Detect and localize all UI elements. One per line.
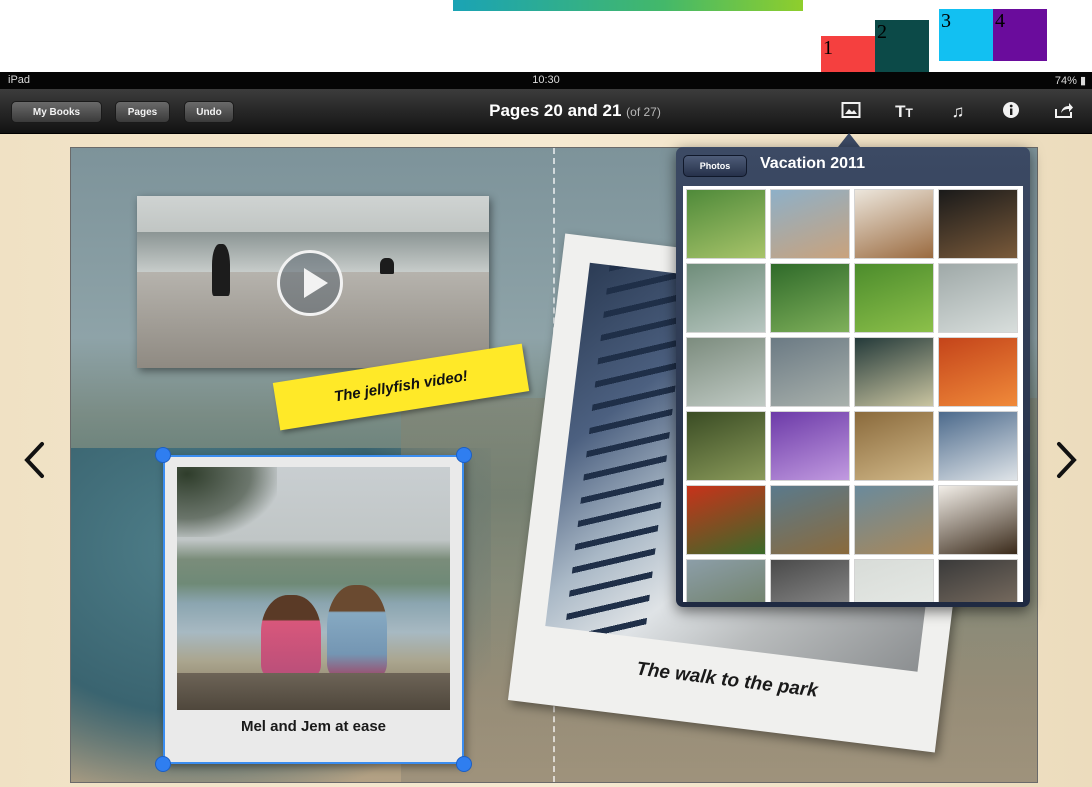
info-icon[interactable] (1000, 101, 1022, 123)
marker-4-label: 4 (995, 10, 1005, 32)
photos-back-button[interactable]: Photos (683, 155, 747, 177)
thumb-coast-view[interactable] (770, 337, 850, 407)
page-title-text: Pages 20 and 21 (489, 101, 622, 120)
previous-page-arrow[interactable] (22, 440, 46, 487)
thumb-purple-flower[interactable] (770, 411, 850, 481)
video-child-figure (380, 258, 394, 274)
thumb-forest-path[interactable] (686, 411, 766, 481)
status-time: 10:30 (532, 74, 560, 86)
photo-grid[interactable] (683, 186, 1023, 602)
popover-arrow (838, 133, 860, 147)
thumb-night-people[interactable] (938, 189, 1018, 259)
battery-level: 74% ▮ (1054, 75, 1086, 87)
thumb-family-lawn[interactable] (686, 189, 766, 259)
thumb-steel-bridge[interactable] (938, 411, 1018, 481)
resize-handle-top-left[interactable] (155, 447, 171, 463)
marker-3: 3 (939, 9, 993, 61)
resize-handle-top-right[interactable] (456, 447, 472, 463)
music-note-icon[interactable]: ♫ (947, 101, 969, 123)
battery-percent: 74% (1054, 75, 1077, 87)
undo-button[interactable]: Undo (184, 101, 234, 123)
thumb-girl-grass[interactable] (854, 263, 934, 333)
share-icon[interactable] (1053, 101, 1075, 123)
photo-grid-inner (686, 189, 1023, 602)
selection-outline (163, 455, 464, 764)
navigation-bar: My Books Pages Undo Pages 20 and 21 (of … (0, 89, 1092, 134)
thumb-palm-sunset[interactable] (854, 337, 934, 407)
next-page-arrow[interactable] (1055, 440, 1079, 487)
text-size-icon[interactable]: TT (893, 101, 915, 123)
thumb-orange-sky[interactable] (938, 337, 1018, 407)
bridge-beams (565, 265, 690, 639)
top-gradient-strip (453, 0, 803, 11)
page-count: (of 27) (626, 105, 661, 119)
thumb-river-park[interactable] (686, 263, 766, 333)
image-icon[interactable] (840, 101, 862, 123)
marker-2: 2 (875, 20, 929, 72)
marker-3-label: 3 (941, 10, 951, 32)
pages-button[interactable]: Pages (115, 101, 170, 123)
play-button[interactable] (277, 250, 343, 316)
page-title: Pages 20 and 21 (of 27) (400, 101, 750, 121)
video-sky (137, 196, 489, 236)
thumb-rail-tracks[interactable] (938, 559, 1018, 602)
marker-1-label: 1 (823, 37, 833, 59)
thumb-red-flowers[interactable] (686, 485, 766, 555)
thumb-duck-water[interactable] (770, 485, 850, 555)
thumb-hill-town[interactable] (686, 559, 766, 602)
video-thumbnail[interactable] (137, 196, 489, 368)
marker-4: 4 (993, 9, 1047, 61)
thumb-agave-plants[interactable] (686, 337, 766, 407)
thumb-duck-close[interactable] (854, 485, 934, 555)
thumb-pale-sky[interactable] (854, 559, 934, 602)
thumb-plate-food[interactable] (854, 189, 934, 259)
marker-2-label: 2 (877, 21, 887, 43)
album-title: Vacation 2011 (760, 155, 865, 172)
my-books-button[interactable]: My Books (11, 101, 102, 123)
thumb-child-beach[interactable] (770, 189, 850, 259)
resize-handle-bottom-left[interactable] (155, 756, 171, 772)
thumb-buildings[interactable] (938, 263, 1018, 333)
play-icon (304, 268, 328, 298)
status-bar: iPad 10:30 74% ▮ (0, 72, 1092, 89)
video-child-figure (212, 244, 230, 296)
thumb-stone-arch[interactable] (854, 411, 934, 481)
thumb-white-dog[interactable] (938, 485, 1018, 555)
resize-handle-bottom-right[interactable] (456, 756, 472, 772)
thumb-green-hills[interactable] (770, 263, 850, 333)
thumb-city-street[interactable] (770, 559, 850, 602)
